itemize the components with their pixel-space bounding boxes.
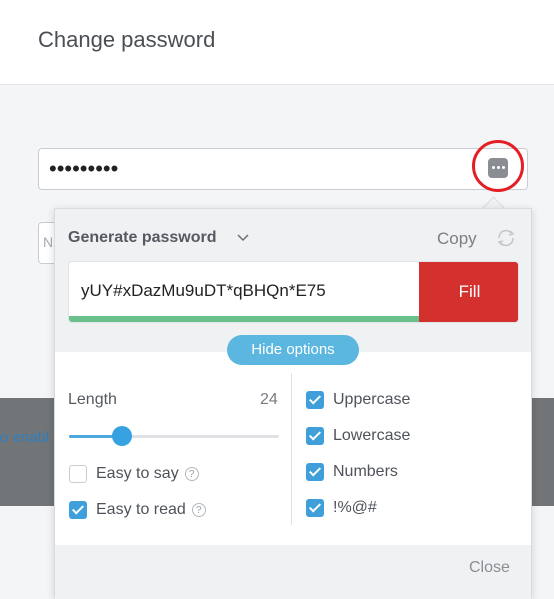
option-symbols[interactable]: !%@#	[306, 497, 377, 519]
generated-password-box: yUY#xDazMu9uDT*qBHQn*E75 Fill	[68, 261, 519, 323]
copy-button[interactable]: Copy	[437, 229, 477, 249]
password-strength-bar	[69, 316, 429, 322]
numbers-checkbox[interactable]	[306, 463, 324, 481]
easy-to-read-label: Easy to read	[96, 501, 186, 518]
generated-password-text[interactable]: yUY#xDazMu9uDT*qBHQn*E75	[81, 281, 326, 301]
second-input-placeholder: N	[43, 234, 54, 250]
symbols-checkbox[interactable]	[306, 499, 324, 517]
chevron-down-icon[interactable]	[236, 230, 250, 247]
hide-options-button[interactable]: Hide options	[227, 335, 359, 365]
length-label: Length	[68, 391, 117, 408]
easy-to-say-label: Easy to say	[96, 465, 179, 482]
option-uppercase[interactable]: Uppercase	[306, 389, 410, 411]
length-value: 24	[260, 391, 278, 408]
page-title: Change password	[38, 27, 216, 52]
enable-link-partial[interactable]: o enabl	[0, 429, 49, 446]
generate-password-title[interactable]: Generate password	[68, 229, 217, 247]
password-generator-popup: Generate password Copy yUY#xDazMu9uDT*qB…	[54, 208, 532, 599]
option-easy-to-say[interactable]: Easy to say ?	[69, 463, 199, 485]
refresh-icon[interactable]	[495, 227, 517, 249]
uppercase-label: Uppercase	[333, 391, 411, 408]
easy-to-say-checkbox[interactable]	[69, 465, 87, 483]
symbols-label: !%@#	[333, 499, 377, 516]
help-icon[interactable]: ?	[191, 503, 206, 517]
close-button[interactable]: Close	[469, 559, 510, 577]
length-slider[interactable]	[69, 426, 279, 446]
highlight-circle	[472, 140, 524, 192]
option-easy-to-read[interactable]: Easy to read ?	[69, 499, 206, 521]
length-slider-thumb[interactable]	[111, 426, 132, 446]
help-icon[interactable]: ?	[184, 467, 199, 481]
password-input[interactable]: •••••••••	[38, 148, 528, 190]
option-numbers[interactable]: Numbers	[306, 461, 398, 483]
options-divider	[291, 373, 292, 525]
lowercase-label: Lowercase	[333, 427, 411, 444]
page-header: Change password	[0, 0, 554, 85]
uppercase-checkbox[interactable]	[306, 391, 324, 409]
option-lowercase[interactable]: Lowercase	[306, 425, 410, 447]
fill-button[interactable]: Fill	[419, 262, 518, 322]
password-masked-value: •••••••••	[49, 156, 119, 181]
numbers-label: Numbers	[333, 463, 398, 480]
easy-to-read-checkbox[interactable]	[69, 501, 87, 519]
lowercase-checkbox[interactable]	[306, 427, 324, 445]
popup-footer	[55, 545, 531, 599]
